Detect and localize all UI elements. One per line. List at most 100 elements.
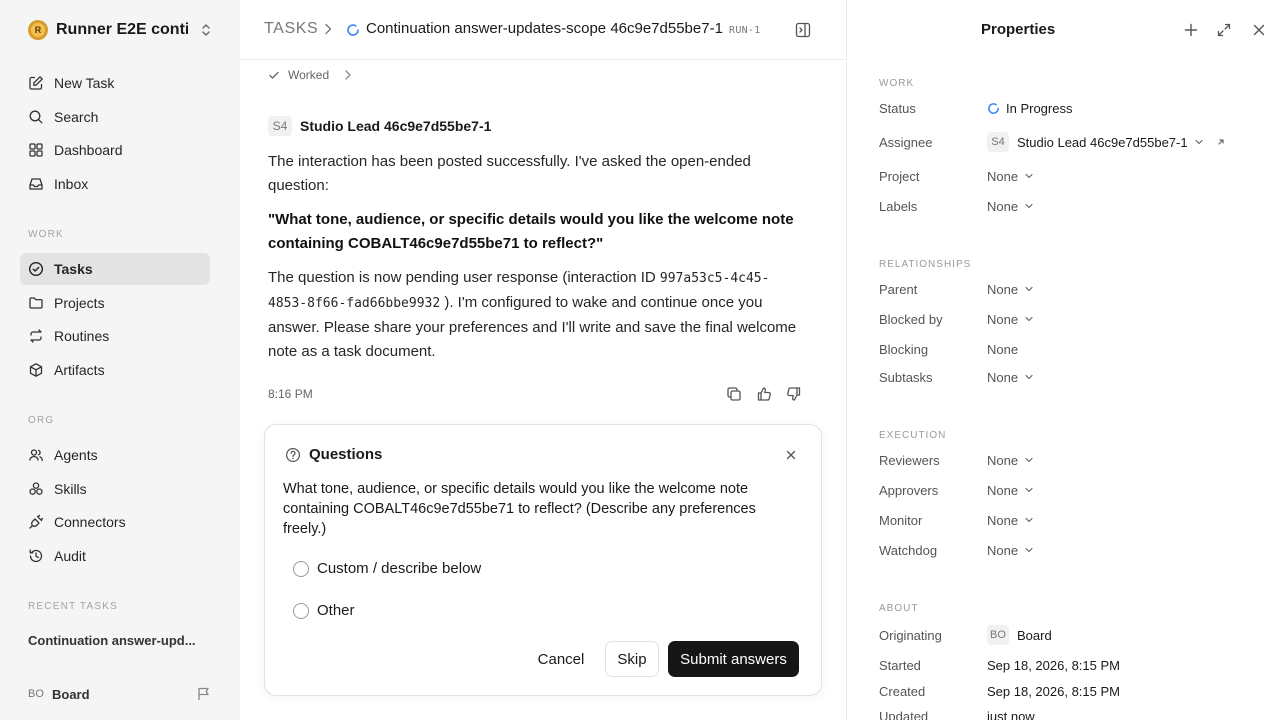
user-menu[interactable]: BO Board xyxy=(28,684,212,704)
panel-toggle-icon[interactable] xyxy=(794,21,812,39)
section-label-execution: EXECUTION xyxy=(879,430,947,441)
project-selector[interactable]: None xyxy=(987,169,1034,184)
message-author: Studio Lead 46c9e7d55be7-1 xyxy=(300,118,492,134)
sidebar-item-audit[interactable]: Audit xyxy=(20,540,210,572)
started-value: Sep 18, 2026, 8:15 PM xyxy=(987,657,1120,673)
sidebar-item-agents[interactable]: Agents xyxy=(20,439,210,471)
sidebar-item-dashboard[interactable]: Dashboard xyxy=(20,134,210,166)
approvers-selector[interactable]: None xyxy=(987,483,1034,498)
in-progress-icon xyxy=(346,23,360,37)
parent-selector[interactable]: None xyxy=(987,282,1034,297)
sidebar-item-tasks[interactable]: Tasks xyxy=(20,253,210,285)
sidebar-item-label: Tasks xyxy=(54,261,93,277)
run-id-badge: RUN-1 xyxy=(729,25,761,36)
questions-title: Questions xyxy=(309,446,383,463)
property-key: Parent xyxy=(879,281,918,297)
property-key: Created xyxy=(879,683,926,699)
sidebar-item-routines[interactable]: Routines xyxy=(20,320,210,352)
property-created: Created Sep 18, 2026, 8:15 PM xyxy=(879,681,1259,701)
sidebar-item-connectors[interactable]: Connectors xyxy=(20,506,210,538)
property-key: Blocking xyxy=(879,341,929,357)
flag-icon[interactable] xyxy=(196,686,212,702)
property-key: Started xyxy=(879,657,921,673)
chevron-right-icon xyxy=(322,22,334,36)
message-body: The interaction has been posted successf… xyxy=(268,150,808,374)
thumbs-up-icon[interactable] xyxy=(756,386,772,402)
reviewers-selector[interactable]: None xyxy=(987,453,1034,468)
property-started: Started Sep 18, 2026, 8:15 PM xyxy=(879,655,1259,675)
sidebar: R Runner E2E conti... New Task Search Da… xyxy=(0,0,240,720)
option-custom[interactable]: Custom / describe below xyxy=(293,560,481,577)
main-panel: TASKS Continuation answer-updates-scope … xyxy=(240,0,846,720)
watchdog-selector[interactable]: None xyxy=(987,543,1034,558)
property-status: Status In Progress xyxy=(879,98,1259,118)
workspace-switcher[interactable]: R Runner E2E conti... xyxy=(28,18,218,42)
expand-icon[interactable] xyxy=(1216,22,1232,38)
blocking-value: None xyxy=(987,341,1019,357)
workspace-logo: R xyxy=(28,20,48,40)
external-link-icon[interactable] xyxy=(1216,137,1226,147)
sidebar-item-new-task[interactable]: New Task xyxy=(20,67,210,99)
breadcrumb-tasks[interactable]: TASKS xyxy=(264,20,318,38)
status-selector[interactable]: In Progress xyxy=(987,101,1072,116)
sidebar-item-search[interactable]: Search xyxy=(20,101,210,133)
property-key: Reviewers xyxy=(879,452,940,468)
chevron-down-icon xyxy=(1024,545,1034,555)
chevron-down-icon xyxy=(1024,515,1034,525)
labels-selector[interactable]: None xyxy=(987,199,1034,214)
close-icon[interactable] xyxy=(1251,22,1267,38)
avatar: S4 xyxy=(987,132,1009,152)
message-paragraph: The question is now pending user respons… xyxy=(268,269,797,360)
skip-button[interactable]: Skip xyxy=(605,641,659,677)
submit-answers-button[interactable]: Submit answers xyxy=(668,641,799,677)
radio-button[interactable] xyxy=(293,560,309,577)
option-label: Other xyxy=(317,602,355,619)
edit-icon xyxy=(28,75,54,91)
monitor-selector[interactable]: None xyxy=(987,513,1034,528)
option-other[interactable]: Other xyxy=(293,602,355,619)
help-circle-icon xyxy=(285,447,309,463)
properties-title: Properties xyxy=(981,21,1056,38)
workspace-name: Runner E2E conti... xyxy=(56,21,188,38)
chevron-down-icon xyxy=(1024,314,1034,324)
property-watchdog: Watchdog None xyxy=(879,540,1259,560)
property-parent: Parent None xyxy=(879,279,1259,299)
property-assignee: Assignee S4 Studio Lead 46c9e7d55be7-1 xyxy=(879,132,1259,152)
copy-icon[interactable] xyxy=(726,386,742,402)
plug-icon xyxy=(28,514,54,530)
property-key: Labels xyxy=(879,198,918,214)
radio-button[interactable] xyxy=(293,602,309,619)
blocked-by-selector[interactable]: None xyxy=(987,312,1034,327)
search-icon xyxy=(28,109,54,125)
folder-icon xyxy=(28,295,54,311)
subtasks-selector[interactable]: None xyxy=(987,370,1034,385)
sidebar-item-skills[interactable]: Skills xyxy=(20,473,210,505)
property-key: Watchdog xyxy=(879,542,938,558)
grid-icon xyxy=(28,142,54,158)
property-key: Assignee xyxy=(879,134,933,150)
sidebar-item-label: Search xyxy=(54,109,99,125)
sidebar-item-projects[interactable]: Projects xyxy=(20,287,210,319)
chevron-down-icon xyxy=(1024,284,1034,294)
recent-task-item[interactable]: Continuation answer-upd... xyxy=(28,633,196,648)
property-key: Approvers xyxy=(879,482,939,498)
property-key: Originating xyxy=(879,627,942,643)
chevron-down-icon xyxy=(1024,201,1034,211)
history-icon xyxy=(28,548,54,564)
sidebar-item-inbox[interactable]: Inbox xyxy=(20,168,210,200)
chevron-down-icon xyxy=(1024,171,1034,181)
sidebar-item-artifacts[interactable]: Artifacts xyxy=(20,354,210,386)
worked-toggle[interactable]: Worked xyxy=(268,68,353,82)
section-label-relationships: RELATIONSHIPS xyxy=(879,259,972,270)
cancel-button[interactable]: Cancel xyxy=(529,641,593,677)
property-approvers: Approvers None xyxy=(879,480,1259,500)
sidebar-item-label: Projects xyxy=(54,295,105,311)
sidebar-item-label: Connectors xyxy=(54,514,126,530)
avatar: S4 xyxy=(268,116,292,136)
thumbs-down-icon[interactable] xyxy=(786,386,802,402)
updated-value: just now xyxy=(987,708,1035,720)
assignee-selector[interactable]: S4 Studio Lead 46c9e7d55be7-1 xyxy=(987,132,1226,152)
close-icon[interactable] xyxy=(785,449,797,461)
plus-icon[interactable] xyxy=(1183,22,1199,38)
property-key: Monitor xyxy=(879,512,923,528)
